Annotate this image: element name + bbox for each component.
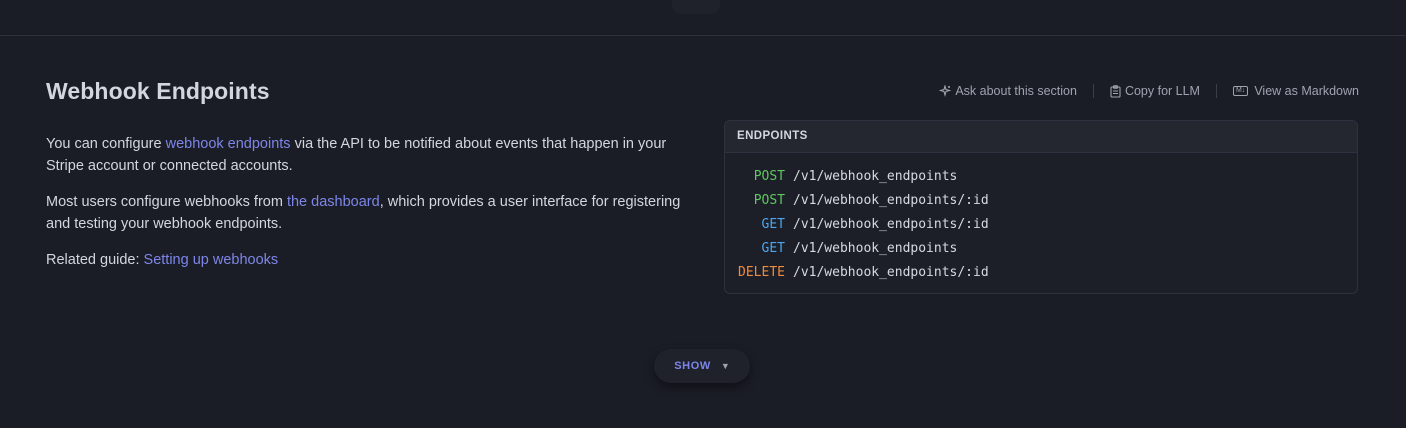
sparkle-icon (939, 85, 952, 97)
endpoints-header: ENDPOINTS (725, 121, 1357, 153)
caret-down-icon: ▼ (720, 361, 730, 371)
setting-up-webhooks-link[interactable]: Setting up webhooks (144, 252, 279, 268)
actions-divider (1215, 84, 1217, 98)
text-span: You can configure (46, 136, 166, 152)
markdown-icon: M↓ (1232, 86, 1249, 96)
section-description: You can configure webhook endpoints via … (46, 133, 686, 285)
section-divider (0, 35, 1406, 36)
ask-about-section-button[interactable]: Ask about this section (939, 84, 1077, 98)
endpoints-list: POST /v1/webhook_endpoints POST /v1/webh… (725, 153, 1357, 284)
previous-section-toggle[interactable] (672, 0, 720, 14)
ask-about-section-label: Ask about this section (955, 84, 1077, 98)
endpoint-path: /v1/webhook_endpoints/:id (793, 192, 989, 208)
actions-divider (1092, 84, 1094, 98)
webhook-endpoints-link[interactable]: webhook endpoints (166, 136, 291, 152)
endpoint-path: /v1/webhook_endpoints/:id (793, 264, 989, 280)
endpoint-row[interactable]: DELETE /v1/webhook_endpoints/:id (725, 260, 1357, 284)
text-span: Most users configure webhooks from (46, 194, 287, 210)
endpoint-path: /v1/webhook_endpoints (793, 240, 958, 256)
dashboard-link[interactable]: the dashboard (287, 194, 380, 210)
description-paragraph: Most users configure webhooks from the d… (46, 191, 686, 235)
clipboard-icon (1110, 84, 1121, 98)
endpoint-path: /v1/webhook_endpoints (793, 168, 958, 184)
endpoint-row[interactable]: GET /v1/webhook_endpoints (725, 236, 1357, 260)
show-button[interactable]: SHOW ▼ (654, 349, 750, 383)
endpoint-path: /v1/webhook_endpoints/:id (793, 216, 989, 232)
show-button-label: SHOW (674, 360, 711, 372)
http-method: DELETE (738, 264, 785, 280)
endpoint-row[interactable]: POST /v1/webhook_endpoints (725, 164, 1357, 188)
copy-for-llm-button[interactable]: Copy for LLM (1110, 84, 1200, 98)
related-guide: Related guide: Setting up webhooks (46, 249, 686, 271)
endpoint-row[interactable]: POST /v1/webhook_endpoints/:id (725, 188, 1357, 212)
http-method: POST (753, 192, 785, 208)
text-span: Related guide: (46, 252, 144, 268)
endpoint-row[interactable]: GET /v1/webhook_endpoints/:id (725, 212, 1357, 236)
page: Webhook Endpoints Ask about this section… (0, 0, 1406, 428)
section-actions: Ask about this section Copy for LLM M↓ V… (939, 84, 1359, 98)
description-paragraph: You can configure webhook endpoints via … (46, 133, 686, 177)
http-method: GET (761, 216, 785, 232)
section-title: Webhook Endpoints (46, 78, 270, 104)
http-method: POST (753, 168, 785, 184)
view-as-markdown-button[interactable]: M↓ View as Markdown (1232, 84, 1359, 98)
endpoints-card: ENDPOINTS POST /v1/webhook_endpoints POS… (724, 120, 1358, 294)
view-as-markdown-label: View as Markdown (1254, 84, 1359, 98)
http-method: GET (761, 240, 785, 256)
copy-for-llm-label: Copy for LLM (1124, 84, 1200, 98)
